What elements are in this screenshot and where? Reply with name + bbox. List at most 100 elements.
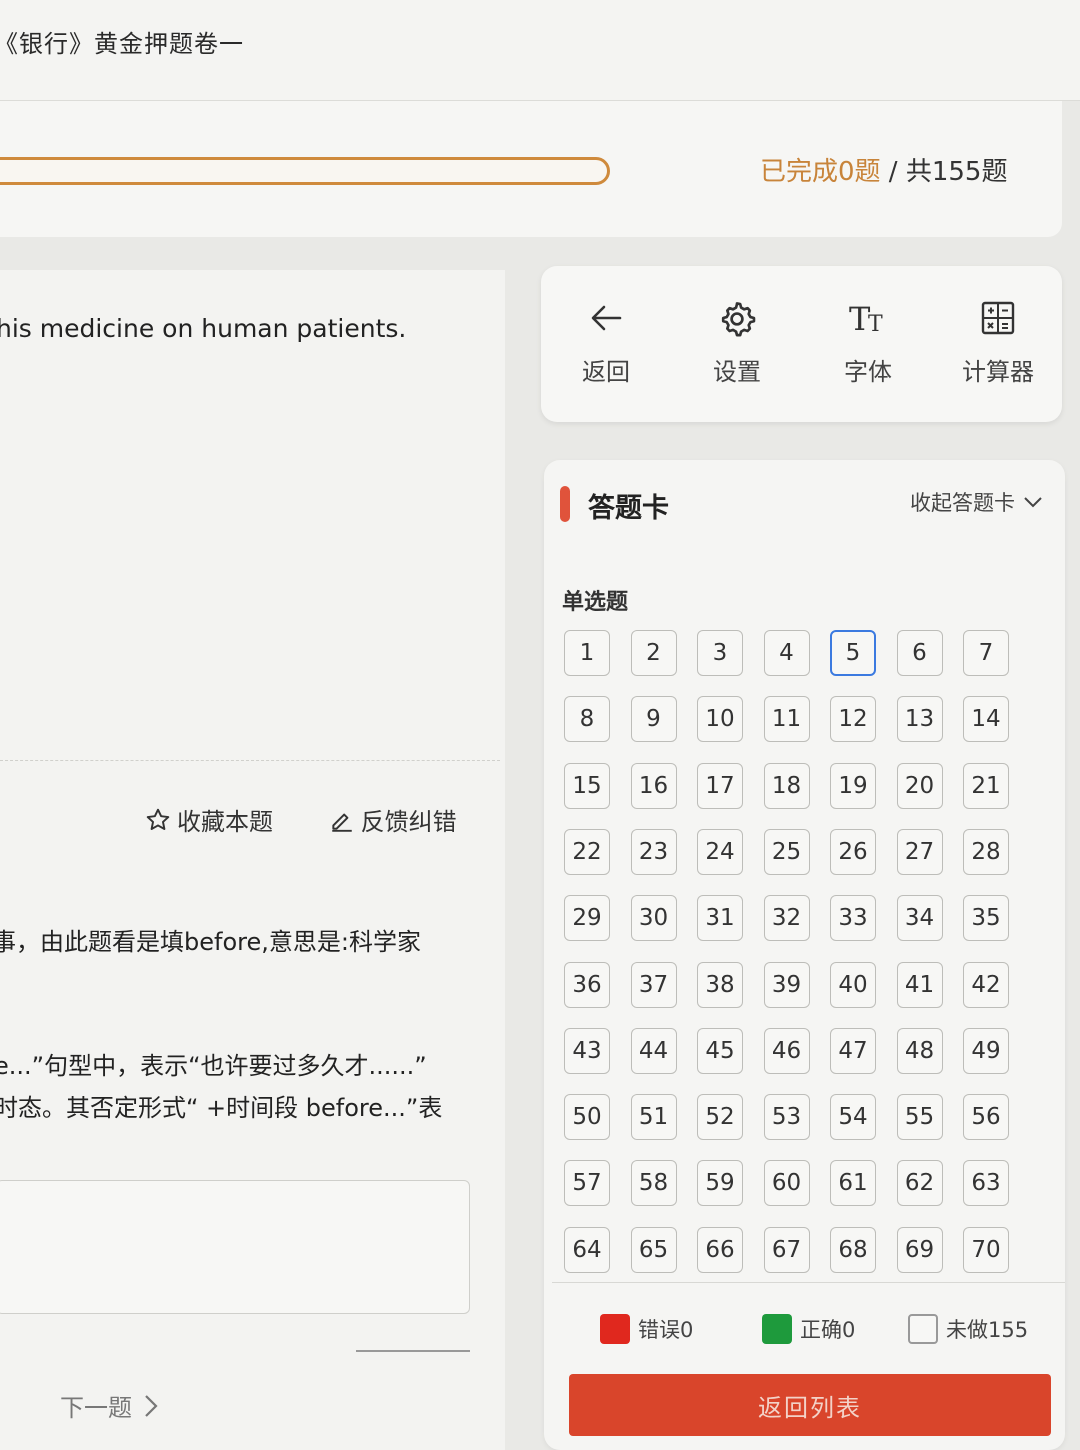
question-number-button[interactable]: 36 (564, 961, 610, 1008)
question-number-button[interactable]: 17 (697, 762, 743, 809)
question-number-button[interactable]: 63 (963, 1160, 1009, 1207)
next-label: 下一题 (60, 1394, 132, 1422)
top-bar: 《银行》黄金押题卷一 (0, 0, 1080, 101)
question-number-button[interactable]: 51 (630, 1094, 677, 1141)
question-number-button[interactable]: 39 (763, 961, 810, 1008)
back-button[interactable]: 返回 (551, 296, 661, 387)
question-number-button[interactable]: 24 (697, 828, 743, 875)
question-number-button[interactable]: 61 (830, 1160, 876, 1207)
question-number-button[interactable]: 57 (564, 1160, 610, 1207)
calculator-label: 计算器 (962, 358, 1034, 386)
question-number-button[interactable]: 25 (763, 828, 810, 875)
question-number-button[interactable]: 33 (830, 895, 876, 942)
question-number-button[interactable]: 13 (896, 696, 943, 743)
question-number-button[interactable]: 34 (896, 895, 943, 942)
next-question-button[interactable]: 下一题 (60, 1388, 160, 1423)
legend-correct: 正确0 (762, 1314, 855, 1344)
question-number-button[interactable]: 7 (963, 630, 1009, 676)
question-number-button[interactable]: 44 (630, 1027, 677, 1074)
divider (0, 760, 500, 761)
question-number-button[interactable]: 53 (763, 1094, 810, 1141)
legend-wrong-label: 错误0 (638, 1318, 694, 1342)
question-number-button[interactable]: 48 (896, 1027, 943, 1074)
question-number-button[interactable]: 59 (697, 1160, 743, 1207)
question-number-button[interactable]: 67 (763, 1226, 810, 1273)
svg-text:T: T (868, 312, 883, 336)
question-number-button[interactable]: 41 (896, 961, 943, 1008)
question-number-button[interactable]: 6 (896, 630, 943, 676)
chevron-right-icon (145, 1394, 158, 1417)
progress-done: 已完成0题 (760, 157, 881, 187)
divider (356, 1350, 470, 1352)
question-number-button[interactable]: 50 (564, 1094, 610, 1141)
font-button[interactable]: TT 字体 (813, 296, 923, 387)
question-number-button[interactable]: 23 (630, 828, 677, 875)
note-box[interactable] (0, 1180, 470, 1314)
legend-correct-label: 正确0 (800, 1318, 856, 1342)
correct-swatch (762, 1314, 792, 1344)
question-number-button[interactable]: 11 (763, 696, 810, 743)
question-text: his medicine on human patients. (0, 314, 407, 343)
question-number-button[interactable]: 46 (763, 1027, 810, 1074)
question-number-button[interactable]: 62 (896, 1160, 943, 1207)
question-number-button[interactable]: 21 (963, 762, 1009, 809)
calculator-button[interactable]: 计算器 (943, 296, 1053, 387)
question-number-button[interactable]: 55 (896, 1094, 943, 1141)
collapse-card-button[interactable]: 收起答题卡 (910, 487, 1043, 517)
question-number-button[interactable]: 35 (963, 895, 1009, 942)
question-actions: 收藏本题 反馈纠错 (145, 802, 505, 839)
question-number-button[interactable]: 66 (697, 1226, 743, 1273)
question-number-button[interactable]: 65 (630, 1226, 677, 1273)
question-number-button[interactable]: 42 (963, 961, 1009, 1008)
question-number-button[interactable]: 14 (963, 696, 1009, 743)
question-number-button[interactable]: 29 (564, 895, 610, 942)
question-number-button[interactable]: 15 (564, 762, 610, 809)
question-number-button[interactable]: 12 (830, 696, 876, 743)
question-number-button[interactable]: 58 (630, 1160, 677, 1207)
question-number-button[interactable]: 47 (830, 1027, 876, 1074)
question-number-button[interactable]: 70 (963, 1226, 1009, 1273)
question-number-button[interactable]: 52 (697, 1094, 743, 1141)
question-number-button[interactable]: 28 (963, 828, 1009, 875)
question-number-button[interactable]: 4 (763, 630, 810, 676)
question-number-button[interactable]: 69 (896, 1226, 943, 1273)
question-number-button[interactable]: 16 (630, 762, 677, 809)
question-number-button[interactable]: 27 (896, 828, 943, 875)
question-number-button[interactable]: 31 (697, 895, 743, 942)
question-number-button[interactable]: 56 (963, 1094, 1009, 1141)
question-number-button[interactable]: 37 (630, 961, 677, 1008)
question-number-button[interactable]: 9 (630, 696, 677, 743)
question-number-button[interactable]: 40 (830, 961, 876, 1008)
question-number-button[interactable]: 10 (697, 696, 743, 743)
legend-undone: 未做155 (908, 1314, 1028, 1344)
question-number-button[interactable]: 38 (697, 961, 743, 1008)
question-number-button[interactable]: 5 (830, 630, 876, 676)
settings-button[interactable]: 设置 (682, 296, 792, 387)
question-number-button[interactable]: 2 (630, 630, 677, 676)
question-content: his medicine on human patients. 收藏本题 反馈纠… (0, 270, 505, 1450)
question-number-button[interactable]: 32 (763, 895, 810, 942)
question-number-button[interactable]: 68 (830, 1226, 876, 1273)
question-number-button[interactable]: 1 (564, 630, 610, 676)
answer-card: 答题卡 收起答题卡 单选题 1 2 3 4 5 6 7 8 9 10 11 12 13 14 15 16 17 1… (544, 460, 1065, 1450)
question-number-button[interactable]: 54 (830, 1094, 876, 1141)
question-number-button[interactable]: 18 (763, 762, 810, 809)
question-number-button[interactable]: 19 (830, 762, 876, 809)
wrong-swatch (600, 1314, 630, 1344)
question-number-button[interactable]: 49 (963, 1027, 1009, 1074)
question-number-button[interactable]: 60 (763, 1160, 810, 1207)
question-number-button[interactable]: 64 (564, 1226, 610, 1273)
question-number-button[interactable]: 26 (830, 828, 876, 875)
favorite-button[interactable]: 收藏本题 (145, 802, 273, 837)
feedback-button[interactable]: 反馈纠错 (329, 802, 457, 837)
question-number-button[interactable]: 8 (564, 696, 610, 743)
question-number-button[interactable]: 45 (697, 1027, 743, 1074)
return-list-button[interactable]: 返回列表 (569, 1374, 1051, 1436)
question-number-button[interactable]: 22 (564, 828, 610, 875)
question-number-button[interactable]: 30 (630, 895, 677, 942)
question-number-button[interactable]: 43 (564, 1027, 610, 1074)
question-number-button[interactable]: 20 (896, 762, 943, 809)
toolbar: 返回 设置 TT 字体 计算器 (541, 266, 1062, 422)
font-size-icon: TT (849, 300, 883, 336)
question-number-button[interactable]: 3 (697, 630, 743, 676)
